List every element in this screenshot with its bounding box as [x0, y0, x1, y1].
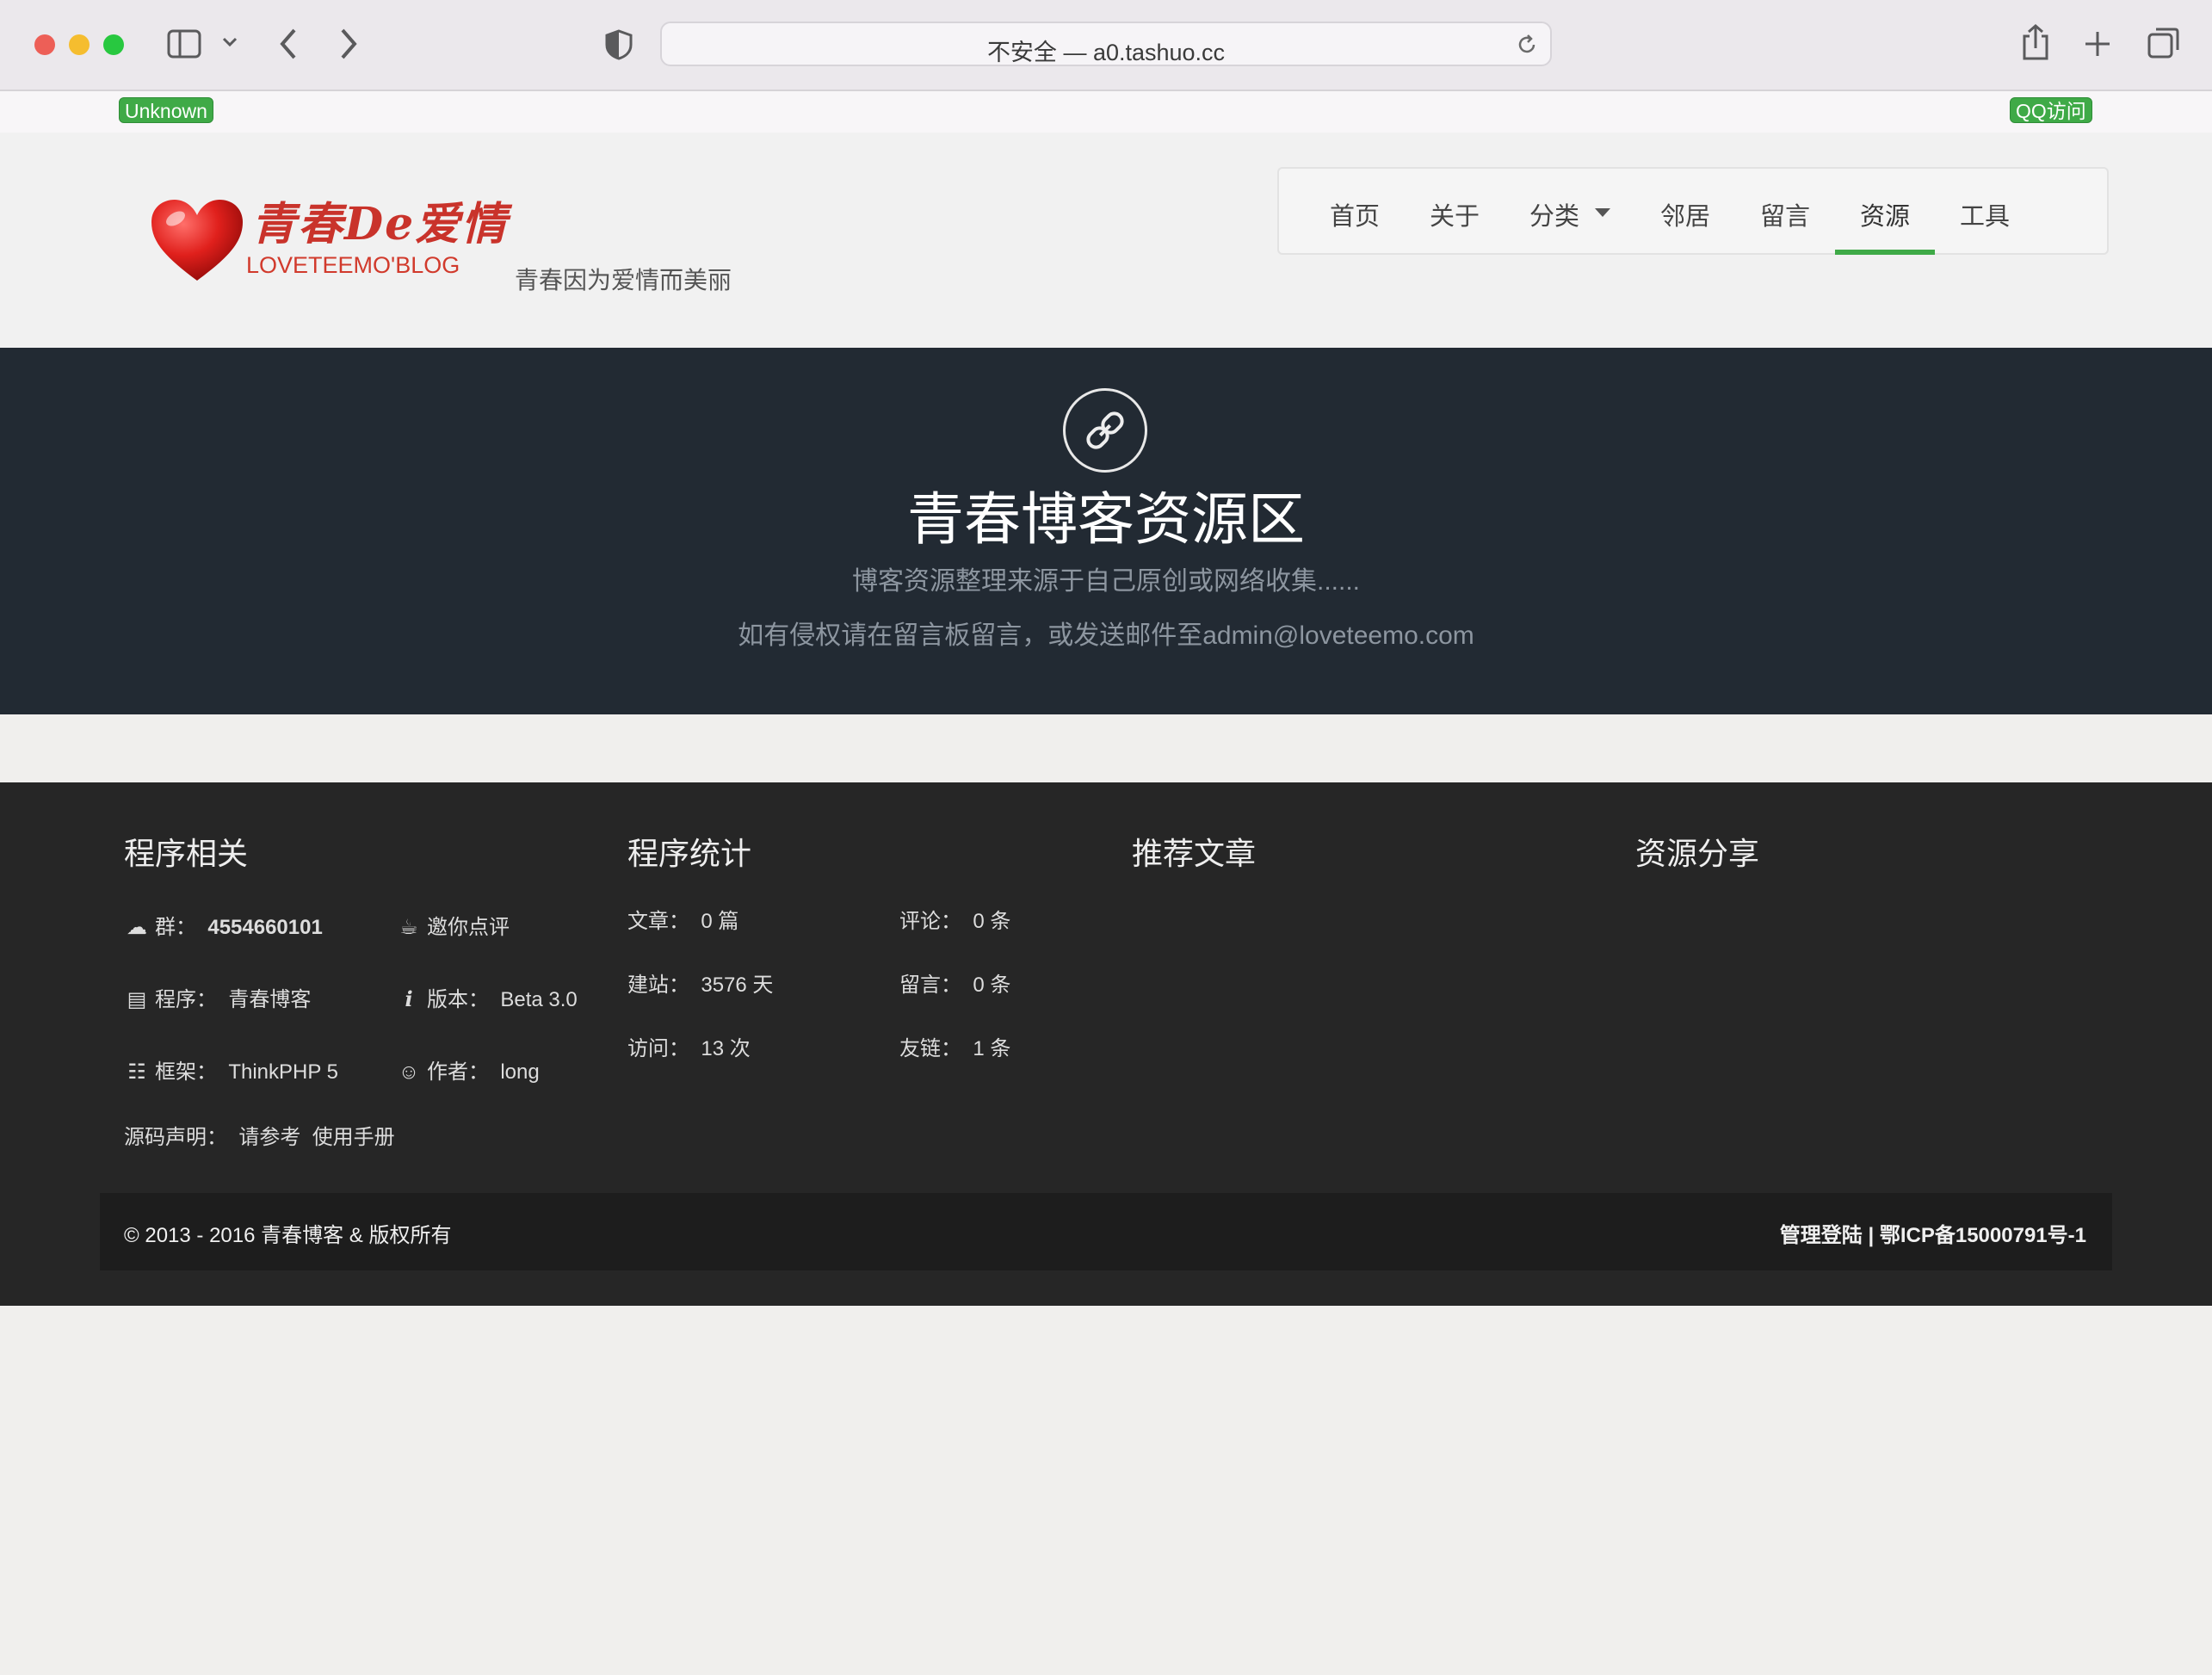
coffee-icon: ☕: [399, 916, 418, 939]
source-statement: 源码声明： 请参考 使用手册: [124, 1126, 395, 1149]
source-ref-link[interactable]: 请参考: [238, 1126, 300, 1149]
footer-separator: |: [1868, 1224, 1875, 1247]
nav-resources[interactable]: 资源: [1860, 196, 1910, 232]
logo-subtitle: LOVETEEMO'BLOG: [246, 252, 460, 278]
unknown-badge: Unknown: [119, 97, 213, 123]
link-icon: [1086, 411, 1124, 449]
user-icon: ☺: [398, 1060, 420, 1084]
sidebar-toggle-icon[interactable]: [167, 29, 201, 59]
qq-icon: ☁: [127, 916, 147, 939]
footer-title-recommended: 推荐文章: [1132, 836, 1257, 871]
minimize-window-button[interactable]: [69, 34, 90, 55]
reload-icon[interactable]: [1516, 34, 1538, 56]
footer-right-links: 管理登陆 | 鄂ICP备15000791号-1: [1780, 1218, 2086, 1248]
footer-title-program: 程序相关: [124, 836, 249, 871]
qq-visit-badge[interactable]: QQ访问: [2010, 97, 2092, 123]
nav-home[interactable]: 首页: [1330, 196, 1380, 232]
version-item: i 版本： Beta 3.0: [396, 982, 577, 1012]
top-info-bar: [0, 91, 2212, 133]
author-item: ☺ 作者： long: [396, 1054, 540, 1085]
copyright-text: © 2013 - 2016 青春博客 & 版权所有: [124, 1224, 452, 1247]
site-tagline: 青春因为爱情而美丽: [515, 267, 732, 294]
qq-group-number: 4554660101: [207, 916, 323, 939]
privacy-shield-icon[interactable]: [604, 29, 633, 60]
nav-messages[interactable]: 留言: [1760, 196, 1810, 232]
hero-line-2: 如有侵权请在留言板留言，或发送邮件至admin@loveteemo.com: [738, 621, 1474, 650]
stat-links: 友链： 1 条: [899, 1037, 1011, 1060]
hero-icon-circle: [1063, 388, 1147, 473]
framework-item: ☷ 框架： ThinkPHP 5: [124, 1054, 338, 1085]
footer-title-stats: 程序统计: [627, 836, 752, 871]
admin-login-link[interactable]: 管理登陆: [1780, 1224, 1863, 1247]
manual-link[interactable]: 使用手册: [312, 1126, 395, 1149]
url-text: 不安全 — a0.tashuo.cc: [986, 40, 1226, 65]
logo-title[interactable]: 青春De爱情: [251, 188, 508, 252]
forward-icon[interactable]: [339, 28, 358, 60]
heart-logo-icon[interactable]: [150, 198, 244, 282]
icp-link[interactable]: 鄂ICP备15000791号-1: [1880, 1224, 2086, 1247]
address-bar[interactable]: 不安全 — a0.tashuo.cc: [660, 22, 1552, 66]
stat-articles: 文章： 0 篇: [627, 910, 739, 933]
invite-review-link[interactable]: ☕ 邀你点评: [396, 910, 510, 940]
share-icon[interactable]: [2021, 24, 2050, 60]
sitemap-icon: ☷: [127, 1060, 146, 1084]
back-icon[interactable]: [279, 28, 298, 60]
stat-messages: 留言： 0 条: [899, 973, 1011, 997]
close-window-button[interactable]: [34, 34, 55, 55]
zoom-window-button[interactable]: [103, 34, 124, 55]
stat-comments: 评论： 0 条: [899, 910, 1011, 933]
footer-title-resources: 资源分享: [1635, 836, 1760, 871]
hero-title: 青春博客资源区: [907, 487, 1305, 551]
qq-group-item: ☁ 群： 4554660101: [124, 910, 323, 940]
chevron-down-icon[interactable]: [222, 36, 238, 48]
browser-chrome: 不安全 — a0.tashuo.cc: [0, 0, 2212, 91]
nav-tools[interactable]: 工具: [1960, 196, 2010, 232]
program-item: ▤ 程序： 青春博客: [124, 982, 312, 1012]
new-tab-icon[interactable]: [2083, 29, 2112, 59]
code-window-icon: ▤: [127, 988, 147, 1011]
stat-visits: 访问： 13 次: [627, 1037, 751, 1060]
active-nav-indicator: [1835, 250, 1935, 255]
nav-category[interactable]: 分类: [1529, 196, 1579, 232]
hero-line-1: 博客资源整理来源于自己原创或网络收集......: [851, 567, 1360, 596]
nav-neighbors[interactable]: 邻居: [1660, 196, 1710, 232]
stat-days: 建站： 3576 天: [627, 973, 774, 997]
nav-about[interactable]: 关于: [1430, 196, 1480, 232]
tab-overview-icon[interactable]: [2147, 26, 2181, 60]
info-icon: i: [405, 986, 413, 1011]
caret-down-icon[interactable]: [1595, 208, 1610, 217]
